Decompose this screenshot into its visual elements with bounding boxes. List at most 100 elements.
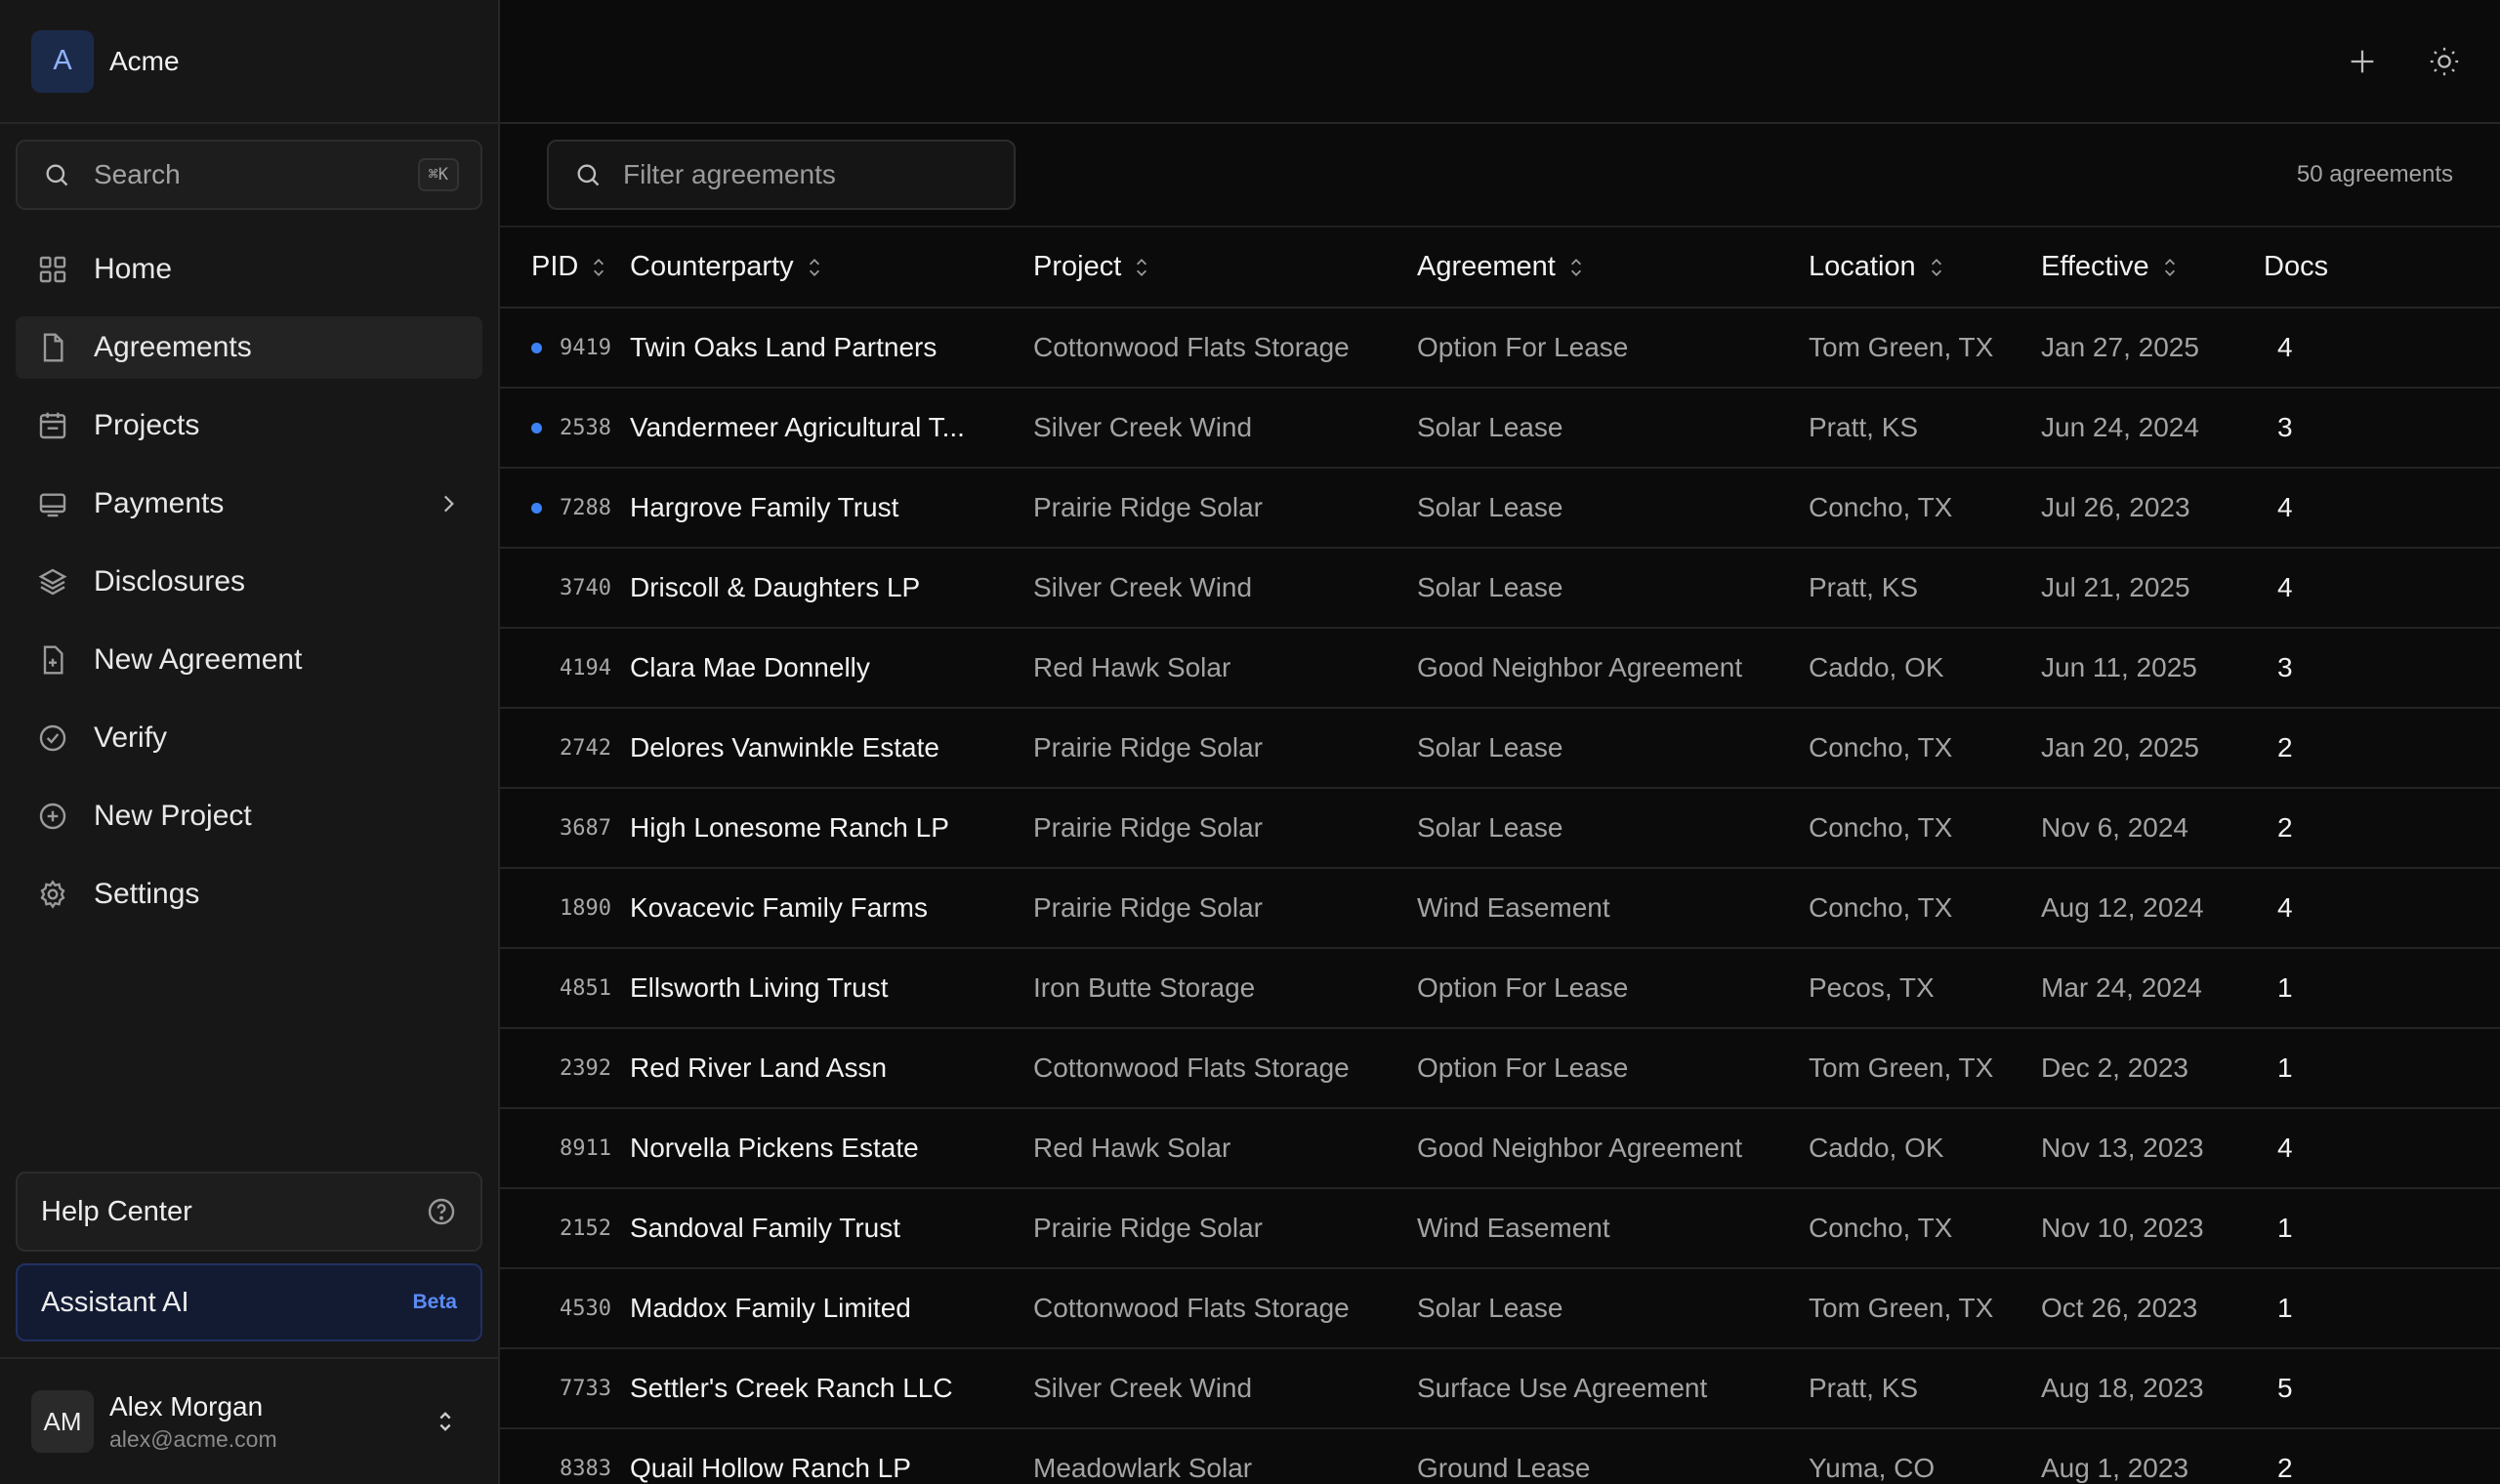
table-row[interactable]: 2392 Red River Land Assn Cottonwood Flats …	[500, 1028, 2500, 1108]
project-cell: Meadowlark Solar	[1033, 1453, 1253, 1483]
effective-date-cell: Mar 24, 2024	[2041, 972, 2202, 1003]
effective-date-cell: Jan 20, 2025	[2041, 732, 2199, 763]
pid-value: 3687	[560, 815, 611, 841]
column-header-effective[interactable]: Effective	[2041, 227, 2264, 308]
sidebar-item-label: New Agreement	[94, 643, 303, 676]
filter-input[interactable]	[623, 159, 994, 190]
user-name: Alex Morgan	[109, 1390, 264, 1422]
user-menu[interactable]: AM Alex Morgan alex@acme.com	[0, 1357, 498, 1484]
docs-count-cell: 4	[2277, 492, 2293, 522]
sidebar-item-label: Settings	[94, 878, 200, 910]
sidebar: A Acme Search ⌘K Home Agreements Project…	[0, 0, 500, 1484]
unread-dot	[531, 503, 542, 514]
pid-cell: 7288	[500, 468, 630, 548]
effective-date-cell: Jan 27, 2025	[2041, 332, 2199, 362]
table-row[interactable]: 8911 Norvella Pickens Estate Red Hawk Sola…	[500, 1108, 2500, 1188]
sidebar-item-new-project[interactable]: New Project	[16, 785, 482, 847]
sidebar-item-label: Home	[94, 253, 173, 285]
workspace-logo: A	[31, 29, 94, 93]
help-center-button[interactable]: Help Center	[16, 1172, 482, 1252]
location-cell: Tom Green, TX	[1809, 1293, 1994, 1323]
sidebar-nav: Home Agreements Projects Payments Disclo…	[16, 238, 482, 941]
effective-date-cell: Jun 11, 2025	[2041, 652, 2197, 682]
sort-icon	[1137, 259, 1147, 277]
sidebar-item-agreements[interactable]: Agreements	[16, 316, 482, 379]
pid-cell: 4530	[500, 1268, 630, 1348]
chevrons-up-down-icon[interactable]	[432, 1408, 459, 1435]
table-row[interactable]: 2152 Sandoval Family Trust Prairie Ridge S…	[500, 1188, 2500, 1268]
effective-date-cell: Nov 13, 2023	[2041, 1133, 2204, 1163]
location-cell: Caddo, OK	[1809, 1133, 1944, 1163]
column-header-label: Project	[1033, 251, 1122, 282]
column-header-counterparty[interactable]: Counterparty	[630, 227, 1033, 308]
location-cell: Pratt, KS	[1809, 412, 1919, 442]
project-cell: Cottonwood Flats Storage	[1033, 1052, 1350, 1083]
table-row[interactable]: 8383 Quail Hollow Ranch LP Meadowlark Sola…	[500, 1428, 2500, 1484]
sort-icon	[2164, 259, 2175, 277]
pid-value: 9419	[560, 335, 611, 360]
sun-icon[interactable]	[2428, 45, 2461, 78]
agreement-cell: Wind Easement	[1417, 892, 1610, 923]
column-header-pid[interactable]: PID	[500, 227, 630, 308]
table-row[interactable]: 9419 Twin Oaks Land Partners Cottonwood Fl…	[500, 308, 2500, 388]
sidebar-item-label: Agreements	[94, 331, 252, 363]
table-row[interactable]: 3740 Driscoll & Daughters LP Silver Creek …	[500, 548, 2500, 628]
table-row[interactable]: 3687 High Lonesome Ranch LP Prairie Ridge …	[500, 788, 2500, 868]
sidebar-item-settings[interactable]: Settings	[16, 863, 482, 926]
pid-cell: 4194	[500, 628, 630, 708]
sidebar-item-projects[interactable]: Projects	[16, 394, 482, 457]
pid-value: 7288	[560, 495, 611, 520]
column-header-location[interactable]: Location	[1809, 227, 2041, 308]
table-row[interactable]: 4851 Ellsworth Living Trust Iron Butte Sto…	[500, 948, 2500, 1028]
column-header-label: Effective	[2041, 251, 2149, 282]
agreement-cell: Solar Lease	[1417, 412, 1563, 442]
sidebar-item-disclosures[interactable]: Disclosures	[16, 551, 482, 613]
sidebar-item-verify[interactable]: Verify	[16, 707, 482, 769]
counterparty-cell: Quail Hollow Ranch LP	[630, 1453, 911, 1483]
project-cell: Cottonwood Flats Storage	[1033, 1293, 1350, 1323]
chevron-right-icon[interactable]	[436, 491, 461, 516]
docs-count-cell: 4	[2277, 332, 2293, 362]
workspace-name: Acme	[109, 45, 180, 76]
docs-count-cell: 2	[2277, 732, 2293, 763]
agreements-table: PID Counterparty Project Agreement Location E…	[500, 227, 2500, 1484]
agreement-cell: Solar Lease	[1417, 572, 1563, 602]
pid-value: 4194	[560, 655, 611, 680]
pid-value: 3740	[560, 575, 611, 600]
table-toolbar: 50 agreements	[500, 124, 2500, 227]
table-row[interactable]: 7288 Hargrove Family Trust Prairie Ridge S…	[500, 468, 2500, 548]
location-cell: Concho, TX	[1809, 892, 1953, 923]
plus-icon[interactable]	[2346, 45, 2379, 78]
pid-value: 4851	[560, 975, 611, 1001]
agreement-cell: Solar Lease	[1417, 732, 1563, 763]
sidebar-search[interactable]: Search ⌘K	[16, 140, 482, 210]
column-header-agreement[interactable]: Agreement	[1417, 227, 1809, 308]
filter-field[interactable]	[547, 140, 1016, 210]
sort-icon	[1931, 259, 1941, 277]
table-row[interactable]: 7733 Settler's Creek Ranch LLC Silver Cree…	[500, 1348, 2500, 1428]
sidebar-item-label: Payments	[94, 487, 225, 519]
docs-count-cell: 3	[2277, 412, 2293, 442]
table-row[interactable]: 1890 Kovacevic Family Farms Prairie Ridge …	[500, 868, 2500, 948]
column-header-label: Location	[1809, 251, 1916, 282]
workspace-switcher[interactable]: A Acme	[0, 0, 498, 124]
column-header-label: PID	[531, 251, 579, 282]
table-row[interactable]: 2538 Vandermeer Agricultural T... Silver C…	[500, 388, 2500, 468]
search-icon	[577, 164, 600, 186]
table-row[interactable]: 4194 Clara Mae Donnelly Red Hawk Solar Good…	[500, 628, 2500, 708]
user-info: Alex Morgan alex@acme.com	[109, 1391, 432, 1453]
sidebar-item-new-agreement[interactable]: New Agreement	[16, 629, 482, 691]
unread-dot	[531, 343, 542, 353]
table-row[interactable]: 2742 Delores Vanwinkle Estate Prairie Ridg…	[500, 708, 2500, 788]
sidebar-item-payments[interactable]: Payments	[16, 473, 482, 535]
pid-value: 8911	[560, 1135, 611, 1161]
location-cell: Caddo, OK	[1809, 652, 1944, 682]
pid-value: 2742	[560, 735, 611, 761]
column-header-project[interactable]: Project	[1033, 227, 1417, 308]
counterparty-cell: Kovacevic Family Farms	[630, 892, 928, 923]
table-row[interactable]: 4530 Maddox Family Limited Cottonwood Flat…	[500, 1268, 2500, 1348]
pid-cell: 2538	[500, 388, 630, 468]
assistant-ai-button[interactable]: Assistant AI Beta	[16, 1263, 482, 1341]
sidebar-item-home[interactable]: Home	[16, 238, 482, 301]
sort-icon	[1570, 259, 1581, 277]
